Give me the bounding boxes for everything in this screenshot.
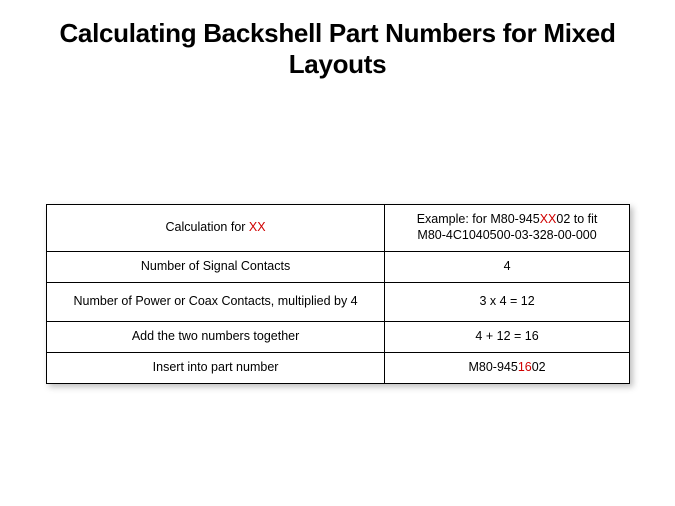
- table-row-result: Insert into part number M80-9451602: [47, 353, 630, 384]
- page-title: Calculating Backshell Part Numbers for M…: [0, 0, 675, 80]
- result-left: Insert into part number: [47, 353, 385, 384]
- row2-right: 3 x 4 = 12: [385, 283, 630, 322]
- header-right: Example: for M80-945XX02 to fit M80-4C10…: [385, 205, 630, 252]
- table-header-row: Calculation for XX Example: for M80-945X…: [47, 205, 630, 252]
- row1-left: Number of Signal Contacts: [47, 252, 385, 283]
- table: Calculation for XX Example: for M80-945X…: [46, 204, 630, 384]
- table-row: Add the two numbers together 4 + 12 = 16: [47, 322, 630, 353]
- table-row: Number of Signal Contacts 4: [47, 252, 630, 283]
- slide: Calculating Backshell Part Numbers for M…: [0, 0, 675, 506]
- header-right-post: 02 to fit: [556, 212, 597, 226]
- table-row: Number of Power or Coax Contacts, multip…: [47, 283, 630, 322]
- result-right: M80-9451602: [385, 353, 630, 384]
- row1-right: 4: [385, 252, 630, 283]
- header-left-xx: XX: [249, 220, 266, 234]
- header-left-pre: Calculation for: [166, 220, 249, 234]
- calculation-table: Calculation for XX Example: for M80-945X…: [46, 204, 630, 384]
- row3-left: Add the two numbers together: [47, 322, 385, 353]
- header-right-pre: Example: for M80-945: [417, 212, 540, 226]
- header-right-xx: XX: [540, 212, 557, 226]
- row2-left: Number of Power or Coax Contacts, multip…: [47, 283, 385, 322]
- header-left: Calculation for XX: [47, 205, 385, 252]
- result-right-post: 02: [532, 360, 546, 374]
- row3-right: 4 + 12 = 16: [385, 322, 630, 353]
- result-right-mid: 16: [518, 360, 532, 374]
- result-right-pre: M80-945: [468, 360, 517, 374]
- header-right-line2: M80-4C1040500-03-328-00-000: [417, 228, 596, 242]
